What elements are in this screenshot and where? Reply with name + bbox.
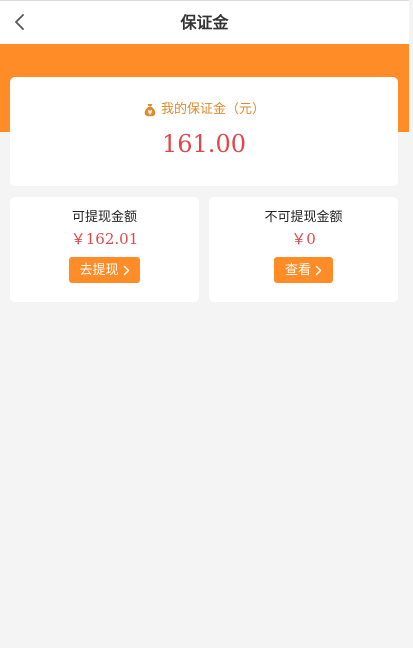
non-withdrawable-card: 不可提现金额 ￥0 查看 [209, 197, 398, 302]
right-edge-strip [409, 0, 413, 648]
withdraw-button[interactable]: 去提现 [69, 257, 140, 283]
non-withdrawable-amount: ￥0 [291, 230, 316, 248]
top-nav-bar: 保证金 [0, 0, 409, 44]
chevron-right-icon [123, 265, 129, 275]
withdrawable-card: 可提现金额 ￥162.01 去提现 [10, 197, 199, 302]
withdraw-button-label: 去提现 [79, 262, 119, 277]
withdrawable-label: 可提现金额 [71, 210, 137, 225]
non-withdrawable-label: 不可提现金额 [264, 210, 343, 225]
view-button[interactable]: 查看 [274, 257, 333, 283]
deposit-label: 我的保证金（元） [160, 102, 265, 117]
withdrawable-amount: ￥162.01 [70, 230, 139, 248]
deposit-summary-card: ¥ 我的保证金（元） 161.00 [10, 77, 398, 186]
svg-text:¥: ¥ [148, 109, 153, 117]
chevron-right-icon [315, 265, 322, 275]
money-bag-icon: ¥ [144, 104, 156, 117]
view-button-label: 查看 [284, 262, 311, 277]
deposit-label-row: ¥ 我的保证金（元） [10, 101, 398, 119]
page-title: 保证金 [180, 13, 229, 32]
deposit-amount: 161.00 [162, 130, 246, 158]
